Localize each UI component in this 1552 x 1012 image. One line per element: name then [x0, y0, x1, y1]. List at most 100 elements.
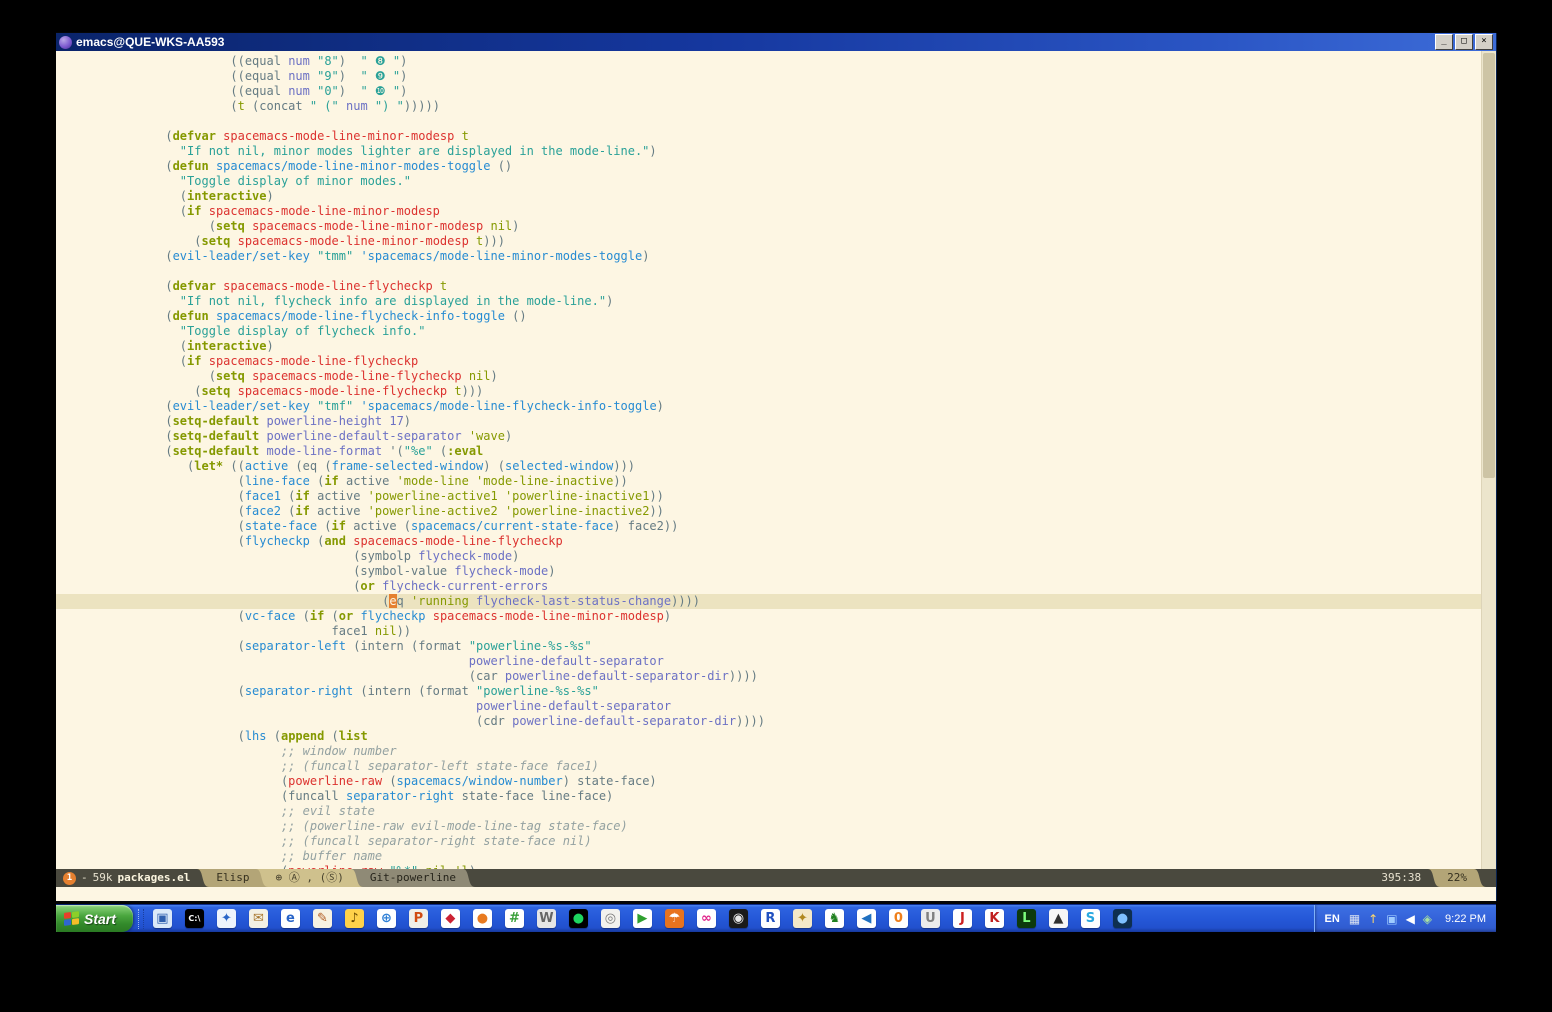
code-line[interactable]: (car powerline-default-separator-dir)))) — [56, 669, 1496, 684]
quicklaunch-icon-4[interactable]: ✉ — [249, 909, 268, 928]
language-indicator[interactable]: EN — [1325, 913, 1340, 925]
quicklaunch-icon-28[interactable]: L — [1017, 909, 1036, 928]
echo-area[interactable] — [56, 887, 1496, 901]
code-line[interactable]: (defun spacemacs/mode-line-minor-modes-t… — [56, 159, 1496, 174]
quicklaunch-icon-14[interactable]: ● — [569, 909, 588, 928]
code-line[interactable]: ;; (powerline-raw evil-mode-line-tag sta… — [56, 819, 1496, 834]
quicklaunch-icon-18[interactable]: ∞ — [697, 909, 716, 928]
code-line[interactable]: "If not nil, minor modes lighter are dis… — [56, 144, 1496, 159]
code-line[interactable]: (defvar spacemacs-mode-line-minor-modesp… — [56, 129, 1496, 144]
code-line[interactable]: ;; buffer name — [56, 849, 1496, 864]
maximize-button[interactable]: □ — [1455, 34, 1473, 50]
quicklaunch-icon-22[interactable]: ♞ — [825, 909, 844, 928]
quicklaunch-icon-21[interactable]: ✦ — [793, 909, 812, 928]
code-line[interactable]: powerline-default-separator — [56, 654, 1496, 669]
code-line[interactable]: (setq-default mode-line-format '("%e" (:… — [56, 444, 1496, 459]
code-line[interactable]: (interactive) — [56, 339, 1496, 354]
tray-display-icon[interactable]: ▣ — [1386, 912, 1397, 926]
code-line[interactable] — [56, 264, 1496, 279]
code-line[interactable]: "Toggle display of minor modes." — [56, 174, 1496, 189]
tray-keyboard-icon[interactable]: ▦ — [1349, 912, 1360, 926]
quicklaunch-icon-31[interactable]: ● — [1113, 909, 1132, 928]
code-line[interactable]: (setq-default powerline-height 17) — [56, 414, 1496, 429]
code-line[interactable]: (defun spacemacs/mode-line-flycheck-info… — [56, 309, 1496, 324]
quicklaunch-icon-30[interactable]: S — [1081, 909, 1100, 928]
code-line[interactable]: (flycheckp (and spacemacs-mode-line-flyc… — [56, 534, 1496, 549]
code-line[interactable]: ;; evil state — [56, 804, 1496, 819]
quicklaunch-handle[interactable] — [138, 909, 144, 929]
code-line[interactable]: (face1 (if active 'powerline-active1 'po… — [56, 489, 1496, 504]
code-line[interactable]: (setq-default powerline-default-separato… — [56, 429, 1496, 444]
close-button[interactable]: × — [1475, 34, 1493, 50]
modeline-vcs-branch[interactable]: Git-powerline — [363, 869, 463, 887]
editor-buffer[interactable]: ((equal num "8") " ❽ ") ((equal num "9")… — [56, 51, 1496, 869]
quicklaunch-icon-17[interactable]: ☂ — [665, 909, 684, 928]
quicklaunch-icon-7[interactable]: ♪ — [345, 909, 364, 928]
code-line[interactable]: (lhs (append (list — [56, 729, 1496, 744]
vertical-scrollbar[interactable] — [1481, 51, 1496, 869]
quicklaunch-icon-23[interactable]: ◀ — [857, 909, 876, 928]
code-line[interactable]: (symbolp flycheck-mode) — [56, 549, 1496, 564]
code-line[interactable]: ((equal num "0") " ❿ ") — [56, 84, 1496, 99]
quicklaunch-icon-24[interactable]: 0 — [889, 909, 908, 928]
quicklaunch-icon-11[interactable]: ● — [473, 909, 492, 928]
code-line[interactable]: (t (concat " (" num ") "))))) — [56, 99, 1496, 114]
code-line[interactable]: (symbol-value flycheck-mode) — [56, 564, 1496, 579]
code-line[interactable]: (let* ((active (eq (frame-selected-windo… — [56, 459, 1496, 474]
code-line[interactable]: (setq spacemacs-mode-line-flycheckp t))) — [56, 384, 1496, 399]
code-line[interactable]: ;; (funcall separator-right state-face n… — [56, 834, 1496, 849]
quicklaunch-icon-12[interactable]: # — [505, 909, 524, 928]
code-line[interactable]: (separator-left (intern (format "powerli… — [56, 639, 1496, 654]
code-line[interactable]: (setq spacemacs-mode-line-minor-modesp n… — [56, 219, 1496, 234]
code-line[interactable] — [56, 114, 1496, 129]
code-line[interactable]: "If not nil, flycheck info are displayed… — [56, 294, 1496, 309]
code-line[interactable]: ;; (funcall separator-left state-face fa… — [56, 759, 1496, 774]
code-line[interactable]: (separator-right (intern (format "powerl… — [56, 684, 1496, 699]
code-line[interactable]: (setq spacemacs-mode-line-flycheckp nil) — [56, 369, 1496, 384]
taskbar-clock[interactable]: 9:22 PM — [1445, 913, 1486, 925]
quicklaunch-icon-3[interactable]: ✦ — [217, 909, 236, 928]
quicklaunch-icon-19[interactable]: ◉ — [729, 909, 748, 928]
quicklaunch-icon-2[interactable]: C:\ — [185, 909, 204, 928]
code-line-current[interactable]: (eq 'running flycheck-last-status-change… — [56, 594, 1496, 609]
code-line[interactable]: (if spacemacs-mode-line-flycheckp — [56, 354, 1496, 369]
minimize-button[interactable]: _ — [1435, 34, 1453, 50]
code-line[interactable]: powerline-default-separator — [56, 699, 1496, 714]
quicklaunch-icon-27[interactable]: K — [985, 909, 1004, 928]
code-line[interactable]: (state-face (if active (spacemacs/curren… — [56, 519, 1496, 534]
quicklaunch-icon-25[interactable]: U — [921, 909, 940, 928]
code-line[interactable]: (if spacemacs-mode-line-minor-modesp — [56, 204, 1496, 219]
code-line[interactable]: (evil-leader/set-key "tmm" 'spacemacs/mo… — [56, 249, 1496, 264]
tray-network-icon[interactable]: ◈ — [1423, 912, 1432, 926]
code-line[interactable]: (vc-face (if (or flycheckp spacemacs-mod… — [56, 609, 1496, 624]
code-line[interactable]: (interactive) — [56, 189, 1496, 204]
tray-volume-icon[interactable]: ◀ — [1406, 912, 1415, 926]
code-line[interactable]: (or flycheck-current-errors — [56, 579, 1496, 594]
quicklaunch-icon-8[interactable]: ⊕ — [377, 909, 396, 928]
quicklaunch-icon-26[interactable]: J — [953, 909, 972, 928]
tray-updates-icon[interactable]: ↑ — [1368, 912, 1378, 926]
scrollbar-thumb[interactable] — [1483, 53, 1495, 478]
quicklaunch-icon-6[interactable]: ✎ — [313, 909, 332, 928]
quicklaunch-icon-15[interactable]: ◎ — [601, 909, 620, 928]
code-line[interactable]: ((equal num "8") " ❽ ") — [56, 54, 1496, 69]
code-line[interactable]: (evil-leader/set-key "tmf" 'spacemacs/mo… — [56, 399, 1496, 414]
modeline-minor-modes[interactable]: ⊕ Ⓐ , (Ⓢ) — [268, 869, 350, 887]
code-line[interactable]: ;; window number — [56, 744, 1496, 759]
quicklaunch-icon-16[interactable]: ▶ — [633, 909, 652, 928]
code-line[interactable]: (funcall separator-right state-face line… — [56, 789, 1496, 804]
quicklaunch-icon-9[interactable]: P — [409, 909, 428, 928]
quicklaunch-icon-20[interactable]: R — [761, 909, 780, 928]
code-line[interactable]: (powerline-raw "%*" nil 'l) — [56, 864, 1496, 869]
quicklaunch-icon-13[interactable]: W — [537, 909, 556, 928]
code-line[interactable]: (cdr powerline-default-separator-dir)))) — [56, 714, 1496, 729]
quicklaunch-icon-1[interactable]: ▣ — [153, 909, 172, 928]
quicklaunch-icon-5[interactable]: e — [281, 909, 300, 928]
code-line[interactable]: (line-face (if active 'mode-line 'mode-l… — [56, 474, 1496, 489]
quicklaunch-icon-29[interactable]: ▲ — [1049, 909, 1068, 928]
code-line[interactable]: (face2 (if active 'powerline-active2 'po… — [56, 504, 1496, 519]
code-line[interactable]: "Toggle display of flycheck info." — [56, 324, 1496, 339]
quicklaunch-icon-10[interactable]: ◆ — [441, 909, 460, 928]
code-line[interactable]: ((equal num "9") " ❾ ") — [56, 69, 1496, 84]
start-button[interactable]: Start — [56, 905, 133, 932]
